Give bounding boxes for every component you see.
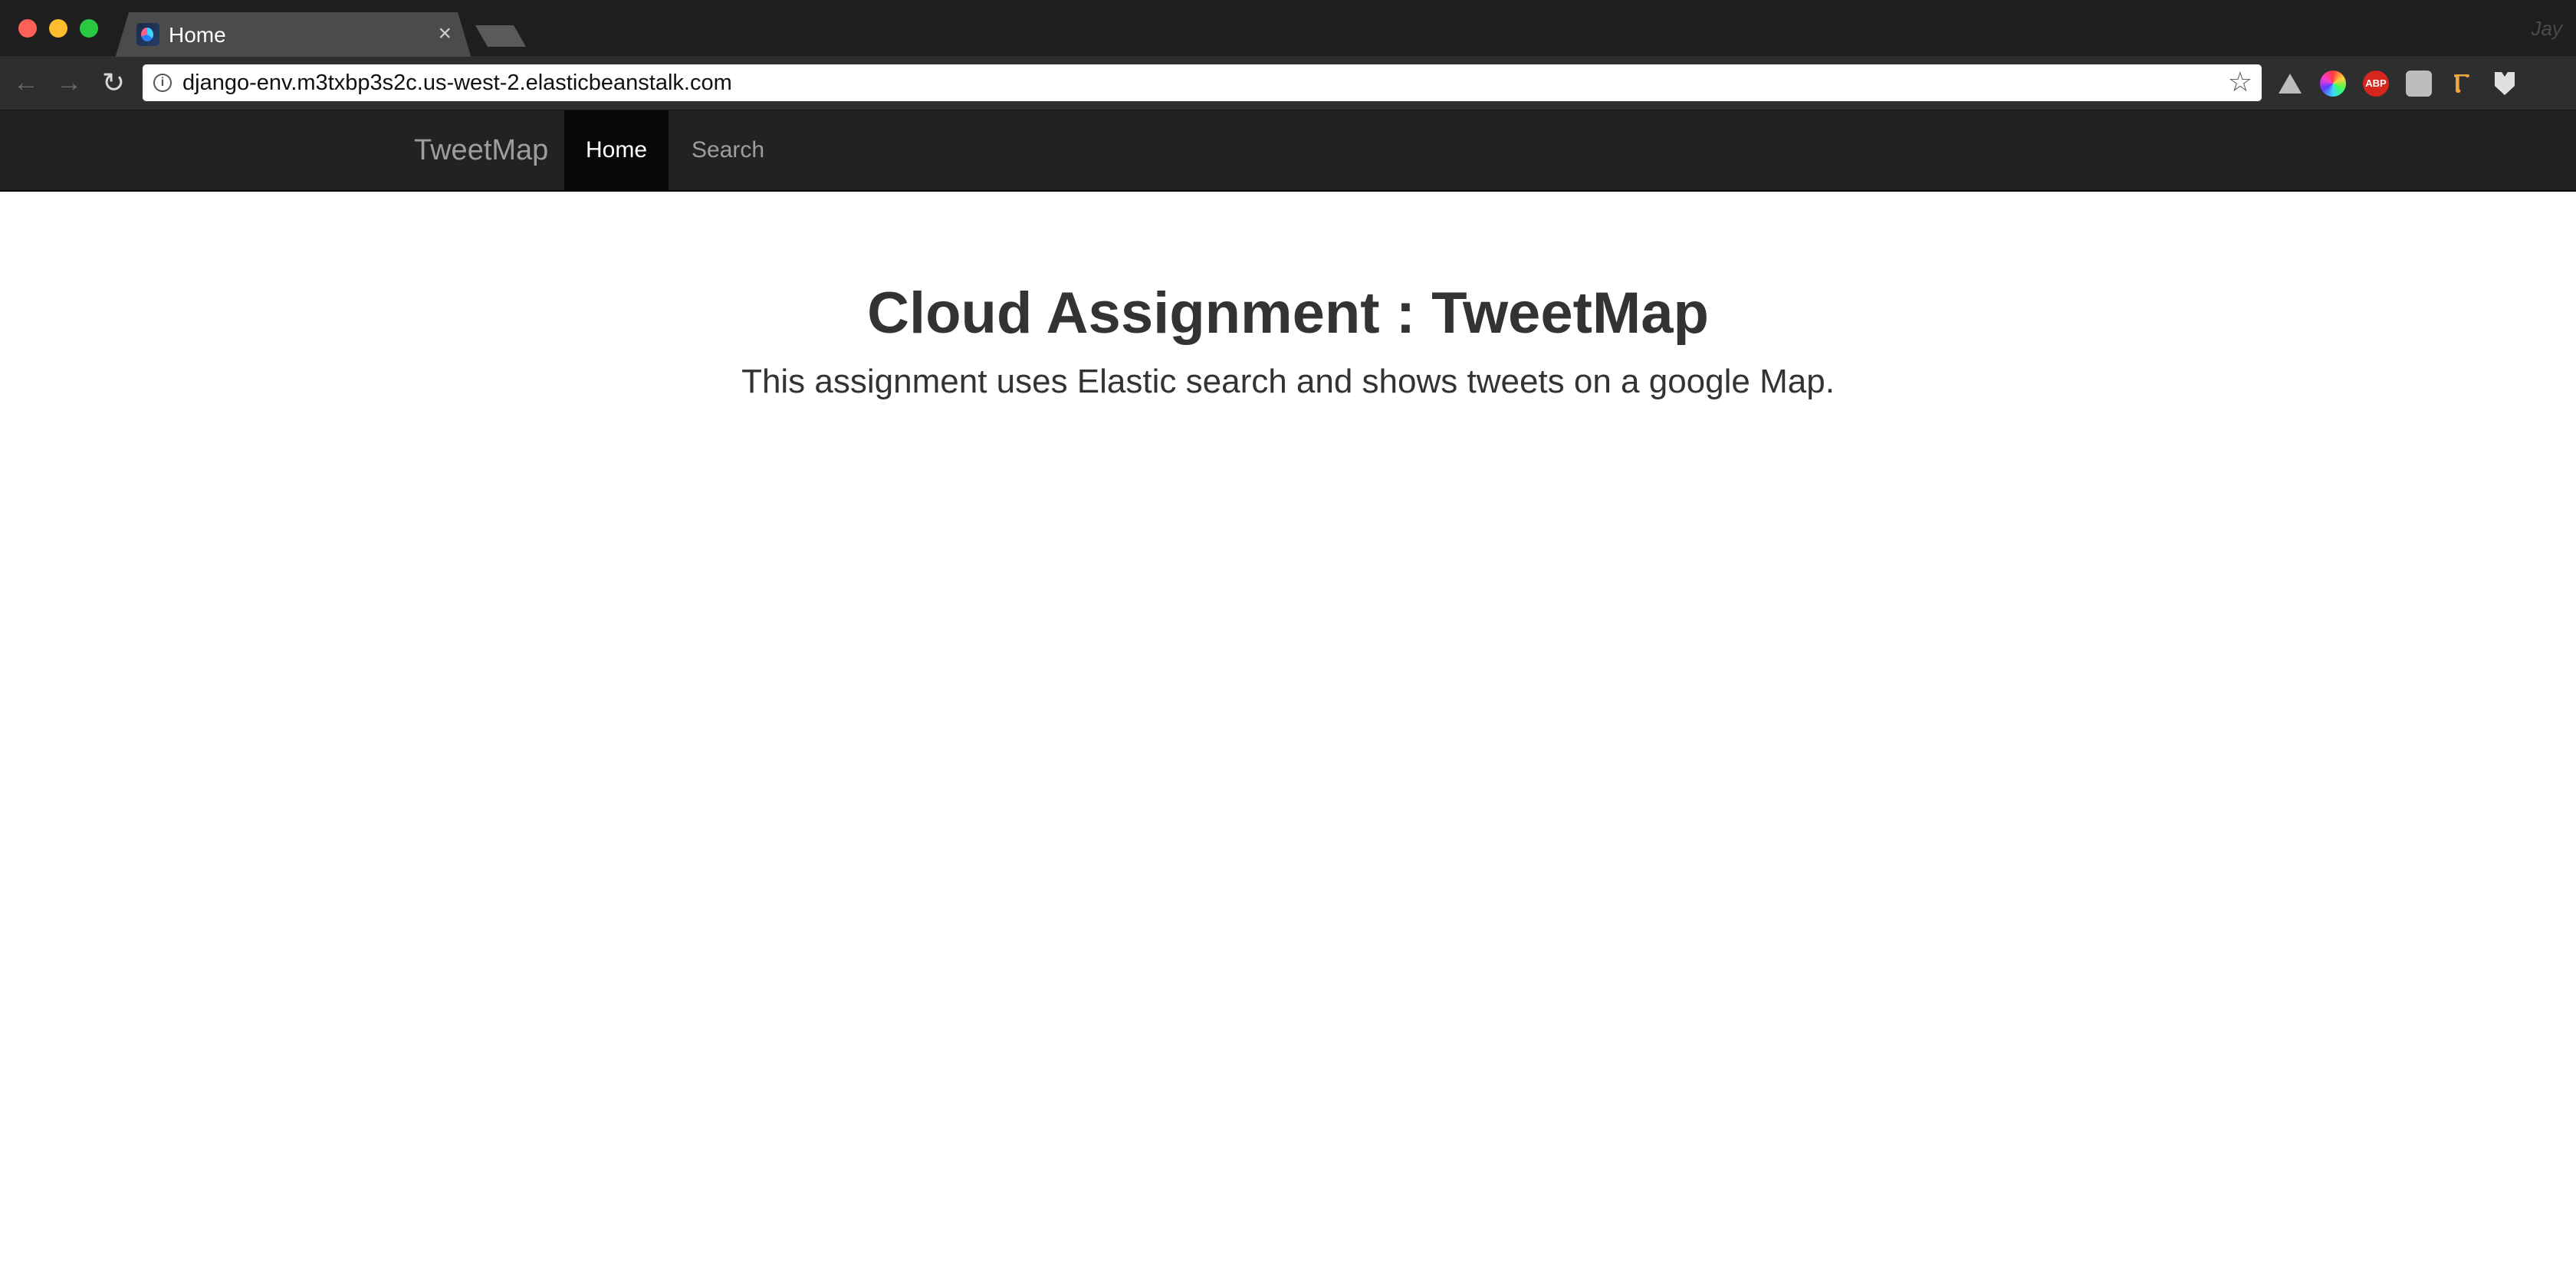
browser-tab-home[interactable]: Home × [115,12,472,58]
page-title: Cloud Assignment : TweetMap [867,281,1709,346]
hero-section: Cloud Assignment : TweetMap This assignm… [0,192,2576,402]
bookmark-star-icon[interactable]: ☆ [2228,66,2252,98]
site-navbar: TweetMap Home Search [0,110,2576,192]
favicon-icon [136,23,159,46]
tab-close-icon[interactable]: × [438,21,452,46]
window-minimize-button[interactable] [49,19,67,38]
shield-extension-icon[interactable] [2492,71,2518,97]
color-picker-extension-icon[interactable] [2320,71,2346,97]
page-subtitle: This assignment uses Elastic search and … [741,363,1835,400]
browser-toolbar: ← → ↻ i django-env.m3txbp3s2c.us-west-2.… [0,57,2576,110]
forward-arrow-icon[interactable]: → [54,67,84,98]
adblock-plus-extension-icon[interactable]: ABP [2363,71,2389,97]
browser-titlebar: Home × Jay [0,0,2576,57]
back-arrow-icon[interactable]: ← [11,67,41,98]
grey-extension-icon[interactable] [2406,71,2432,97]
new-tab-button[interactable] [475,25,526,47]
address-bar[interactable]: i django-env.m3txbp3s2c.us-west-2.elasti… [143,64,2262,101]
nav-item-search[interactable]: Search [669,110,787,190]
window-maximize-button[interactable] [80,19,98,38]
navbar-brand[interactable]: TweetMap [414,133,548,167]
profile-name[interactable]: Jay [2532,17,2562,41]
google-drive-extension-icon[interactable] [2277,71,2303,97]
info-icon[interactable]: i [153,74,172,92]
window-close-button[interactable] [18,19,37,38]
url-text[interactable]: django-env.m3txbp3s2c.us-west-2.elasticb… [182,70,732,96]
nav-item-home[interactable]: Home [564,110,669,190]
reload-icon[interactable]: ↻ [98,67,129,98]
tab-title: Home [169,23,226,47]
pin-extension-icon[interactable]: Ⲅ [2449,71,2475,97]
